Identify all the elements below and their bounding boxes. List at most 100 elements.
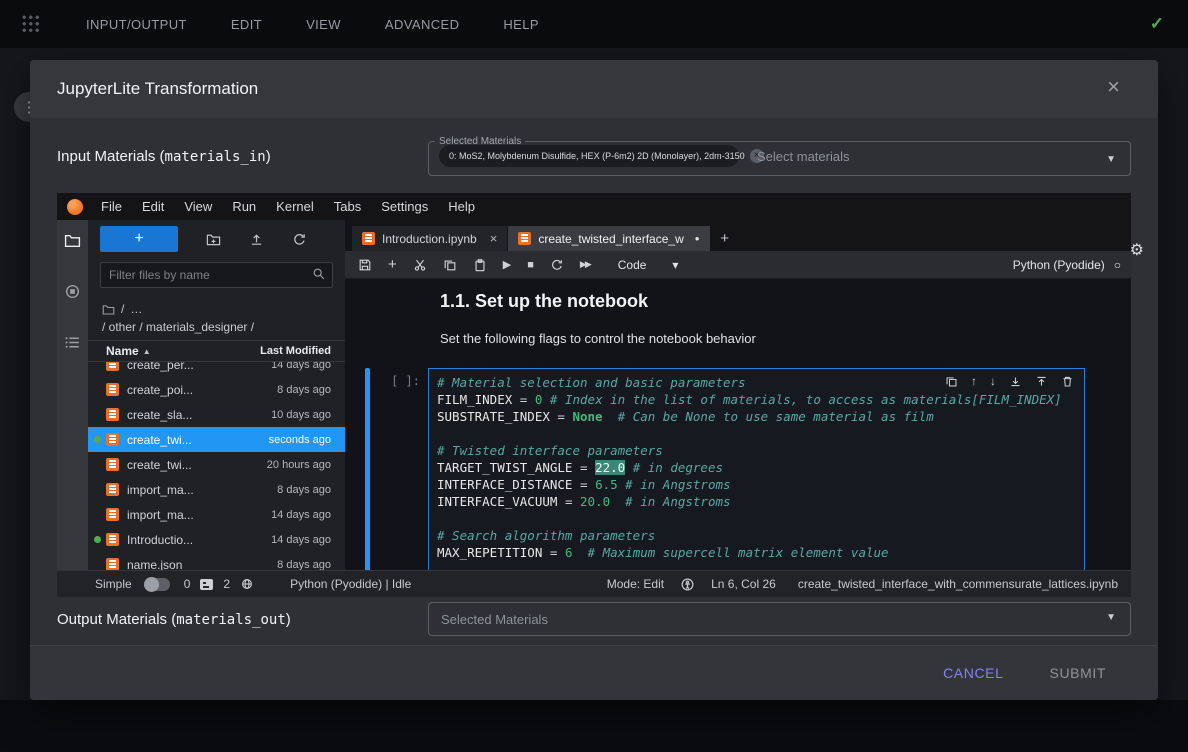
tab-close-icon[interactable]: × — [490, 231, 498, 246]
breadcrumb-path[interactable]: / other / materials_designer / — [102, 318, 331, 336]
file-row[interactable]: create_sla... 10 days ago — [88, 402, 345, 427]
cursor-position[interactable]: Ln 6, Col 26 — [711, 577, 776, 591]
insert-cell-below-icon[interactable] — [1009, 375, 1022, 388]
tab-bar: Introduction.ipynb × create_twisted_inte… — [345, 220, 1131, 251]
notebook-toolbar: + ▶ ■ ▶▶ Code ▾ Python (Pyodide — [345, 251, 1131, 279]
new-launcher-button[interactable]: + — [100, 226, 178, 252]
file-browser-toolbar: + — [88, 220, 345, 256]
running-sessions-icon[interactable] — [64, 283, 81, 300]
column-last-modified[interactable]: Last Modified — [260, 345, 331, 357]
notebook-panel: Introduction.ipynb × create_twisted_inte… — [345, 220, 1131, 570]
accessibility-icon[interactable] — [680, 577, 695, 592]
file-filter — [100, 262, 333, 288]
delete-cell-icon[interactable] — [1061, 375, 1074, 388]
file-row[interactable]: create_poi... 8 days ago — [88, 377, 345, 402]
notebook-file-icon — [106, 533, 119, 546]
menu-edit[interactable]: EDIT — [231, 17, 262, 32]
code-editor[interactable]: # Material selection and basic parameter… — [428, 368, 1085, 570]
cell-prompt: [ ]: — [370, 368, 428, 570]
kernels-count[interactable]: 2 — [223, 577, 230, 591]
files-tab-icon[interactable] — [64, 232, 81, 249]
jupyterlab-frame: File Edit View Run Kernel Tabs Settings … — [57, 193, 1131, 597]
terminals-count[interactable]: 0 — [184, 577, 191, 591]
file-row[interactable]: import_ma... 8 days ago — [88, 477, 345, 502]
input-materials-select[interactable]: Selected Materials 0: MoS2, Molybdenum D… — [428, 136, 1131, 176]
jl-menu-help[interactable]: Help — [438, 199, 485, 214]
column-name[interactable]: Name — [106, 344, 139, 358]
notebook-file-icon — [106, 362, 119, 371]
home-folder-icon[interactable] — [102, 303, 115, 316]
move-cell-down-icon[interactable]: ↓ — [990, 374, 996, 388]
screen: INPUT/OUTPUT EDIT VIEW ADVANCED HELP ✓ ⋮… — [0, 0, 1188, 752]
jl-menu-view[interactable]: View — [174, 199, 222, 214]
notebook-file-icon — [106, 433, 119, 446]
check-icon[interactable]: ✓ — [1150, 14, 1164, 34]
jl-menu-run[interactable]: Run — [222, 199, 266, 214]
caret-down-icon: ▾ — [672, 258, 678, 272]
file-row[interactable]: name.json 8 days ago — [88, 552, 345, 570]
file-row-selected[interactable]: create_twi... seconds ago — [88, 427, 345, 452]
chevron-down-icon[interactable]: ▼ — [1106, 154, 1116, 165]
move-cell-up-icon[interactable]: ↑ — [971, 374, 977, 388]
insert-cell-above-icon[interactable] — [1035, 375, 1048, 388]
section-heading: 1.1. Set up the notebook — [440, 291, 648, 312]
breadcrumb-ellipsis[interactable]: … — [130, 300, 142, 318]
run-icon[interactable]: ▶ — [503, 258, 511, 271]
upload-icon[interactable] — [249, 232, 264, 247]
jl-menu-settings[interactable]: Settings — [371, 199, 438, 214]
jl-menu-tabs[interactable]: Tabs — [324, 199, 371, 214]
menu-input-output[interactable]: INPUT/OUTPUT — [86, 17, 187, 32]
new-tab-button[interactable]: + — [711, 226, 739, 251]
file-list: create_per... 14 days ago create_poi... … — [88, 362, 345, 570]
code-cell[interactable]: [ ]: # Material selection and basic para… — [365, 368, 1085, 570]
tab-create-twisted-interface[interactable]: create_twisted_interface_w ● — [508, 226, 710, 251]
unsaved-dot-icon[interactable]: ● — [695, 234, 700, 243]
menu-view[interactable]: VIEW — [306, 17, 341, 32]
tab-introduction[interactable]: Introduction.ipynb × — [352, 226, 508, 251]
duplicate-cell-icon[interactable] — [945, 375, 958, 388]
active-filename: create_twisted_interface_with_commensura… — [798, 577, 1118, 591]
file-row[interactable]: create_per... 14 days ago — [88, 362, 345, 377]
material-chip-label: 0: MoS2, Molybdenum Disulfide, HEX (P-6m… — [449, 151, 745, 161]
kernel-name[interactable]: Python (Pyodide) — [1013, 258, 1105, 272]
output-materials-select[interactable]: Selected Materials ▼ — [428, 602, 1131, 636]
menu-advanced[interactable]: ADVANCED — [385, 17, 459, 32]
cut-icon[interactable] — [413, 258, 427, 272]
close-icon[interactable]: × — [1107, 74, 1120, 100]
copy-icon[interactable] — [443, 258, 457, 272]
insert-cell-icon[interactable]: + — [388, 256, 397, 273]
save-icon[interactable] — [358, 258, 372, 272]
jupyterlite-dialog: JupyterLite Transformation × Input Mater… — [30, 60, 1158, 700]
notebook-file-icon — [106, 483, 119, 496]
notebook-canvas: 1.1. Set up the notebook Set the followi… — [345, 279, 1131, 570]
jl-menu-kernel[interactable]: Kernel — [266, 199, 324, 214]
jl-menu-file[interactable]: File — [91, 199, 132, 214]
cancel-button[interactable]: CANCEL — [943, 665, 1003, 681]
file-row[interactable]: import_ma... 14 days ago — [88, 502, 345, 527]
notebook-file-icon — [362, 232, 375, 245]
menu-help[interactable]: HELP — [503, 17, 539, 32]
restart-kernel-icon[interactable] — [550, 258, 564, 272]
mode-indicator: Mode: Edit — [607, 577, 664, 591]
dialog-header: JupyterLite Transformation × — [30, 60, 1158, 118]
simple-mode-toggle[interactable] — [144, 578, 170, 591]
chevron-down-icon[interactable]: ▼ — [1106, 612, 1116, 623]
file-row[interactable]: Introductio... 14 days ago — [88, 527, 345, 552]
kernel-status-text[interactable]: Python (Pyodide) | Idle — [290, 577, 411, 591]
app-grid-icon[interactable] — [22, 15, 40, 33]
gear-icon[interactable]: ⚙ — [1130, 240, 1144, 260]
jl-menu-edit[interactable]: Edit — [132, 199, 174, 214]
submit-button[interactable]: SUBMIT — [1050, 665, 1107, 681]
file-row[interactable]: create_twi... 20 hours ago — [88, 452, 345, 477]
sort-asc-icon: ▲ — [143, 347, 151, 356]
paste-icon[interactable] — [473, 258, 487, 272]
refresh-icon[interactable] — [292, 232, 307, 247]
cell-type-dropdown[interactable]: Code ▾ — [618, 258, 679, 272]
app-menubar: INPUT/OUTPUT EDIT VIEW ADVANCED HELP ✓ — [0, 0, 1188, 48]
new-folder-icon[interactable] — [206, 232, 221, 247]
filter-files-input[interactable] — [100, 262, 333, 288]
dialog-footer: CANCEL SUBMIT — [30, 645, 1158, 700]
stop-icon[interactable]: ■ — [527, 259, 534, 271]
run-all-icon[interactable]: ▶▶ — [580, 259, 590, 270]
table-of-contents-icon[interactable] — [64, 334, 81, 351]
